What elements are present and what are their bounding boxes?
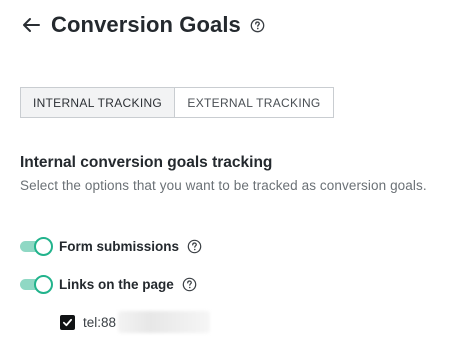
section-description: Select the options that you want to be t… bbox=[20, 178, 427, 193]
page-header: Conversion Goals bbox=[20, 10, 265, 40]
tab-label: INTERNAL TRACKING bbox=[32, 95, 163, 110]
tracking-tabs: INTERNAL TRACKING EXTERNAL TRACKING bbox=[20, 87, 334, 118]
option-label: Form submissions bbox=[59, 238, 180, 254]
option-label: Links on the page bbox=[59, 276, 174, 292]
question-circle-icon bbox=[250, 18, 265, 33]
question-circle-icon bbox=[182, 277, 197, 291]
links-on-page-toggle[interactable] bbox=[20, 274, 53, 294]
section-title: Internal conversion goals tracking bbox=[20, 154, 273, 171]
link-label: tel:88 bbox=[83, 314, 117, 330]
question-circle-icon bbox=[187, 239, 202, 253]
checkmark-icon bbox=[62, 318, 73, 326]
toggle-knob bbox=[34, 237, 53, 256]
link-checkbox[interactable] bbox=[60, 314, 75, 330]
form-submissions-help-button[interactable] bbox=[187, 239, 202, 254]
conversion-goals-page: Conversion Goals INTERNAL TRACKING EXTER… bbox=[0, 0, 475, 358]
page-title: Conversion Goals bbox=[51, 12, 241, 37]
arrow-left-icon bbox=[23, 18, 40, 32]
redacted-phone-number bbox=[118, 311, 211, 333]
links-on-page-help-button[interactable] bbox=[182, 277, 197, 292]
back-button[interactable] bbox=[20, 14, 42, 36]
option-form-submissions: Form submissions bbox=[20, 236, 202, 256]
option-links-on-page: Links on the page bbox=[20, 274, 197, 294]
form-submissions-toggle[interactable] bbox=[20, 236, 53, 256]
tab-internal-tracking[interactable]: INTERNAL TRACKING bbox=[21, 88, 175, 117]
link-item: tel:88 bbox=[60, 311, 211, 333]
toggle-knob bbox=[34, 275, 53, 294]
tab-external-tracking[interactable]: EXTERNAL TRACKING bbox=[175, 88, 333, 117]
title-help-button[interactable] bbox=[250, 18, 265, 33]
tab-label: EXTERNAL TRACKING bbox=[187, 95, 321, 110]
